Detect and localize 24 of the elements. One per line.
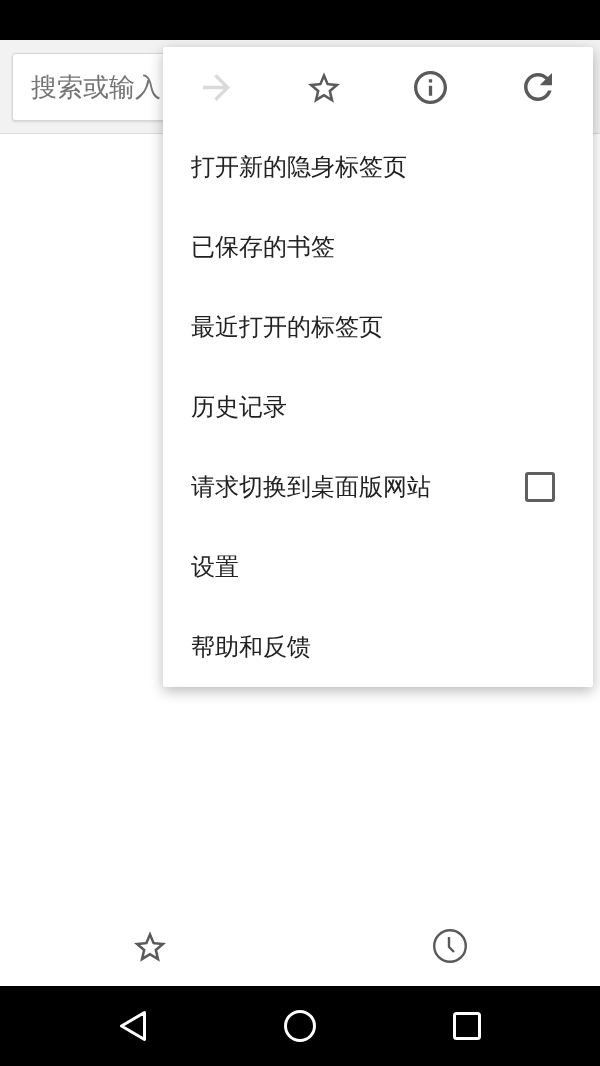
menu-item[interactable]: 设置	[163, 527, 593, 607]
back-triangle-icon	[119, 1010, 147, 1042]
reload-icon	[523, 73, 552, 101]
menu-item-label: 设置	[191, 552, 239, 582]
star-icon	[307, 71, 340, 103]
menu-item-label: 历史记录	[191, 392, 287, 422]
arrow-right-icon	[203, 73, 230, 101]
menu-item-label: 帮助和反馈	[191, 632, 311, 662]
menu-item-label: 已保存的书签	[191, 232, 335, 262]
home-circle-icon	[284, 1010, 316, 1042]
menu-item[interactable]: 帮助和反馈	[163, 607, 593, 687]
menu-item[interactable]: 最近打开的标签页	[163, 287, 593, 367]
recents-square-icon	[453, 1012, 481, 1040]
menu-item-label: 打开新的隐身标签页	[191, 152, 407, 182]
clock-icon	[433, 929, 467, 963]
menu-item-label: 最近打开的标签页	[191, 312, 383, 342]
menu-item-label: 请求切换到桌面版网站	[191, 472, 431, 502]
checkbox[interactable]	[525, 472, 555, 502]
star-icon	[134, 930, 166, 962]
menu-item[interactable]: 请求切换到桌面版网站	[163, 447, 593, 527]
info-icon	[414, 70, 447, 104]
menu-item[interactable]: 历史记录	[163, 367, 593, 447]
menu-item[interactable]: 已保存的书签	[163, 207, 593, 287]
menu-item[interactable]: 打开新的隐身标签页	[163, 127, 593, 207]
